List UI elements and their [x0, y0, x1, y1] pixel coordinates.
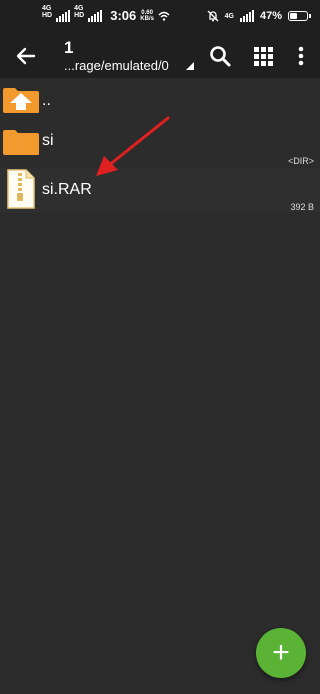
speed-unit: KB/s	[140, 15, 154, 22]
toolbar: 1 ...rage/emulated/0	[0, 34, 320, 78]
battery-fill	[290, 13, 297, 19]
grid-view-icon[interactable]	[251, 44, 275, 68]
signal-icon	[88, 9, 103, 22]
battery-percent: 47%	[259, 10, 282, 22]
file-list: .. si <DIR> si.RAR 392 B	[0, 80, 320, 212]
back-arrow-icon[interactable]	[14, 44, 38, 68]
parent-folder-icon	[3, 88, 39, 113]
signal-icon	[56, 9, 71, 22]
search-icon[interactable]	[208, 44, 232, 68]
file-meta: 392 B	[290, 202, 314, 212]
net2-sub-label: HD	[74, 11, 85, 19]
net2-label: 4G	[74, 4, 84, 12]
net1-label: 4G	[42, 4, 52, 12]
more-options-icon[interactable]	[289, 44, 313, 68]
toolbar-title: 1	[64, 38, 74, 57]
file-name: si	[42, 132, 54, 149]
path-label[interactable]: ...rage/emulated/0	[64, 58, 169, 73]
add-button[interactable]: +	[256, 628, 306, 678]
file-meta: <DIR>	[287, 156, 314, 166]
folder-icon	[3, 130, 39, 155]
speed-value: 0.60	[141, 9, 153, 16]
dropdown-triangle-icon[interactable]	[186, 62, 194, 70]
list-item-file[interactable]: si.RAR 392 B	[0, 168, 320, 212]
right-net-label: 4G	[224, 12, 234, 20]
wifi-icon	[158, 11, 170, 21]
list-item-folder[interactable]: si <DIR>	[0, 122, 320, 168]
signal-icon	[239, 10, 254, 22]
mute-bell-icon	[207, 10, 219, 22]
net1-sub-label: HD	[42, 11, 53, 19]
battery-icon	[288, 11, 311, 21]
clock: 3:06	[110, 8, 137, 23]
file-name: si.RAR	[42, 181, 92, 198]
status-bar: 4G HD 4G HD 3:06 0.60 KB/s 4G 47%	[0, 0, 320, 34]
file-name: ..	[42, 92, 51, 109]
archive-file-icon	[7, 169, 35, 209]
list-item-parent[interactable]: ..	[0, 80, 320, 122]
